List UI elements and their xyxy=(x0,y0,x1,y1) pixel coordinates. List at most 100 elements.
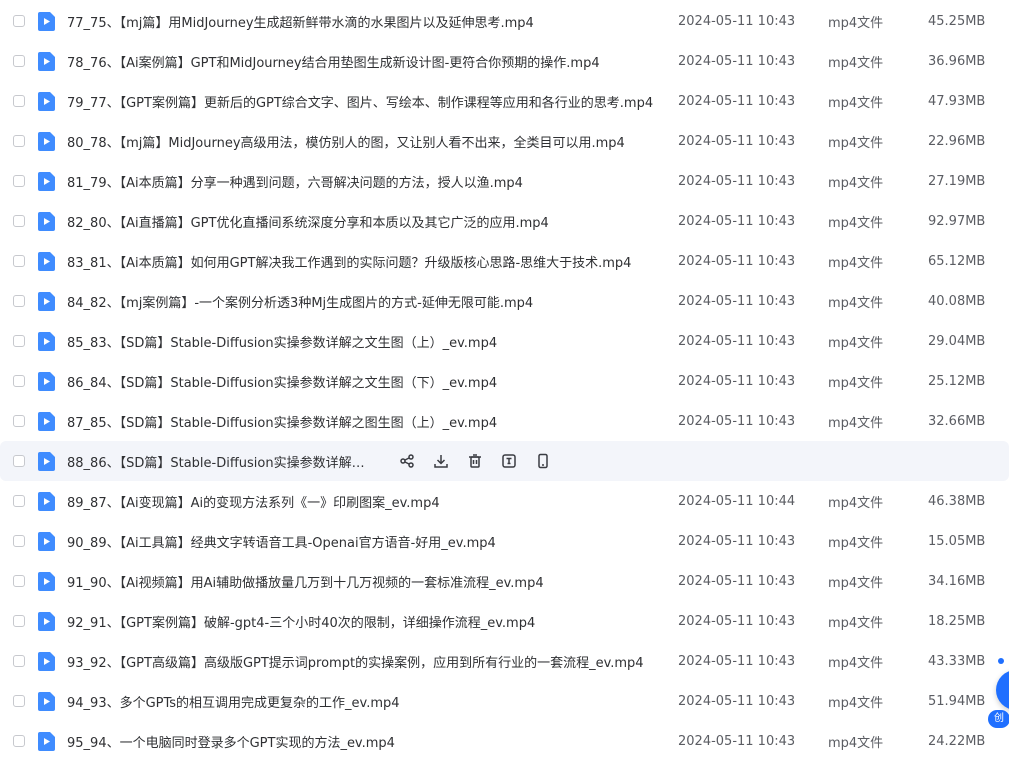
row-checkbox[interactable] xyxy=(13,295,25,307)
row-checkbox[interactable] xyxy=(13,575,25,587)
row-checkbox[interactable] xyxy=(13,655,25,667)
file-row[interactable]: 84_82、【mj案例篇】-一个案例分析透3种Mj生成图片的方式-延伸无限可能.… xyxy=(0,281,1009,321)
file-name[interactable]: 80_78、【mj篇】MidJourney高级用法，模仿别人的图，又让别人看不出… xyxy=(67,132,625,151)
row-checkbox[interactable] xyxy=(13,615,25,627)
row-checkbox[interactable] xyxy=(13,95,25,107)
file-name[interactable]: 89_87、【Ai变现篇】Ai的变现方法系列《一》印刷图案_ev.mp4 xyxy=(67,492,440,511)
file-type: mp4文件 xyxy=(828,375,884,391)
video-file-icon xyxy=(38,211,55,231)
delete-icon[interactable] xyxy=(466,452,484,470)
row-checkbox[interactable] xyxy=(13,415,25,427)
file-type: mp4文件 xyxy=(828,255,884,271)
file-modified-time: 2024-05-11 10:43 xyxy=(678,93,796,109)
row-checkbox[interactable] xyxy=(13,495,25,507)
row-actions xyxy=(398,452,552,470)
assistant-label[interactable]: 创 xyxy=(988,710,1009,728)
file-name[interactable]: 77_75、【mj篇】用MidJourney生成超新鲜带水滴的水果图片以及延伸思… xyxy=(67,12,534,31)
file-size: 46.38MB xyxy=(928,493,986,509)
row-checkbox[interactable] xyxy=(13,135,25,147)
file-name[interactable]: 91_90、【Ai视频篇】用Ai辅助做播放量几万到十几万视频的一套标准流程_ev… xyxy=(67,572,544,591)
file-type: mp4文件 xyxy=(828,535,884,551)
file-size: 47.93MB xyxy=(928,93,986,109)
file-row[interactable]: 92_91、【GPT案例篇】破解-gpt4-三个小时40次的限制，详细操作流程_… xyxy=(0,601,1009,641)
file-row[interactable]: 88_86、【SD篇】Stable-Diffusion实操参数详解之图生... xyxy=(0,441,1009,481)
file-row[interactable]: 95_94、一个电脑同时登录多个GPT实现的方法_ev.mp4 2024-05-1… xyxy=(0,721,1009,761)
file-row[interactable]: 82_80、【Ai直播篇】GPT优化直播间系统深度分享和本质以及其它广泛的应用.… xyxy=(0,201,1009,241)
file-name[interactable]: 94_93、多个GPTs的相互调用完成更复杂的工作_ev.mp4 xyxy=(67,692,400,711)
file-name[interactable]: 88_86、【SD篇】Stable-Diffusion实操参数详解之图生... xyxy=(67,452,377,471)
file-name[interactable]: 82_80、【Ai直播篇】GPT优化直播间系统深度分享和本质以及其它广泛的应用.… xyxy=(67,212,549,231)
row-checkbox[interactable] xyxy=(13,535,25,547)
row-checkbox[interactable] xyxy=(13,215,25,227)
file-size: 25.12MB xyxy=(928,373,986,389)
row-checkbox[interactable] xyxy=(13,695,25,707)
file-size: 32.66MB xyxy=(928,413,986,429)
file-size: 24.22MB xyxy=(928,733,986,749)
file-name[interactable]: 78_76、【Ai案例篇】GPT和MidJourney结合用垫图生成新设计图-更… xyxy=(67,52,600,71)
file-row[interactable]: 94_93、多个GPTs的相互调用完成更复杂的工作_ev.mp4 2024-05-… xyxy=(0,681,1009,721)
share-icon[interactable] xyxy=(398,452,416,470)
file-name[interactable]: 83_81、【Ai本质篇】如何用GPT解决我工作遇到的实际问题？升级版核心思路-… xyxy=(67,252,631,271)
phone-icon[interactable] xyxy=(534,452,552,470)
download-icon[interactable] xyxy=(432,452,450,470)
file-row[interactable]: 80_78、【mj篇】MidJourney高级用法，模仿别人的图，又让别人看不出… xyxy=(0,121,1009,161)
file-name[interactable]: 81_79、【Ai本质篇】分享一种遇到问题，六哥解决问题的方法，授人以渔.mp4 xyxy=(67,172,523,191)
file-row[interactable]: 87_85、【SD篇】Stable-Diffusion实操参数详解之图生图（上）… xyxy=(0,401,1009,441)
file-size: 92.97MB xyxy=(928,213,986,229)
file-size: 29.04MB xyxy=(928,333,986,349)
file-name[interactable]: 86_84、【SD篇】Stable-Diffusion实操参数详解之文生图（下）… xyxy=(67,372,497,391)
file-modified-time: 2024-05-11 10:43 xyxy=(678,613,796,629)
file-size: 15.05MB xyxy=(928,533,986,549)
file-size: 51.94MB xyxy=(928,693,986,709)
file-row[interactable]: 93_92、【GPT高级篇】高级版GPT提示词prompt的实操案例，应用到所有… xyxy=(0,641,1009,681)
file-row[interactable]: 90_89、【Ai工具篇】经典文字转语音工具-Openai官方语音-好用_ev.… xyxy=(0,521,1009,561)
file-type: mp4文件 xyxy=(828,695,884,711)
row-checkbox[interactable] xyxy=(13,375,25,387)
file-modified-time: 2024-05-11 10:43 xyxy=(678,173,796,189)
file-row[interactable]: 86_84、【SD篇】Stable-Diffusion实操参数详解之文生图（下）… xyxy=(0,361,1009,401)
floating-assistant[interactable]: 创 xyxy=(988,658,1009,730)
file-modified-time: 2024-05-11 10:43 xyxy=(678,293,796,309)
row-checkbox[interactable] xyxy=(13,175,25,187)
file-type: mp4文件 xyxy=(828,95,884,111)
row-checkbox[interactable] xyxy=(13,455,25,467)
file-size: 43.33MB xyxy=(928,653,986,669)
video-file-icon xyxy=(38,131,55,151)
video-file-icon xyxy=(38,371,55,391)
file-type: mp4文件 xyxy=(828,415,884,431)
file-type: mp4文件 xyxy=(828,575,884,591)
file-name[interactable]: 84_82、【mj案例篇】-一个案例分析透3种Mj生成图片的方式-延伸无限可能.… xyxy=(67,292,533,311)
video-file-icon xyxy=(38,491,55,511)
file-row[interactable]: 81_79、【Ai本质篇】分享一种遇到问题，六哥解决问题的方法，授人以渔.mp4… xyxy=(0,161,1009,201)
file-type: mp4文件 xyxy=(828,135,884,151)
file-row[interactable]: 78_76、【Ai案例篇】GPT和MidJourney结合用垫图生成新设计图-更… xyxy=(0,41,1009,81)
file-row[interactable]: 91_90、【Ai视频篇】用Ai辅助做播放量几万到十几万视频的一套标准流程_ev… xyxy=(0,561,1009,601)
file-modified-time: 2024-05-11 10:43 xyxy=(678,253,796,269)
rename-icon[interactable] xyxy=(500,452,518,470)
file-modified-time: 2024-05-11 10:43 xyxy=(678,693,796,709)
file-row[interactable]: 79_77、【GPT案例篇】更新后的GPT综合文字、图片、写绘本、制作课程等应用… xyxy=(0,81,1009,121)
file-name[interactable]: 95_94、一个电脑同时登录多个GPT实现的方法_ev.mp4 xyxy=(67,732,395,751)
file-type: mp4文件 xyxy=(828,295,884,311)
file-name[interactable]: 93_92、【GPT高级篇】高级版GPT提示词prompt的实操案例，应用到所有… xyxy=(67,652,644,671)
row-checkbox[interactable] xyxy=(13,55,25,67)
row-checkbox[interactable] xyxy=(13,735,25,747)
file-row[interactable]: 77_75、【mj篇】用MidJourney生成超新鲜带水滴的水果图片以及延伸思… xyxy=(0,1,1009,41)
file-name[interactable]: 79_77、【GPT案例篇】更新后的GPT综合文字、图片、写绘本、制作课程等应用… xyxy=(67,92,653,111)
file-row[interactable]: 83_81、【Ai本质篇】如何用GPT解决我工作遇到的实际问题？升级版核心思路-… xyxy=(0,241,1009,281)
video-file-icon xyxy=(38,11,55,31)
file-name[interactable]: 87_85、【SD篇】Stable-Diffusion实操参数详解之图生图（上）… xyxy=(67,412,497,431)
video-file-icon xyxy=(38,331,55,351)
video-file-icon xyxy=(38,691,55,711)
file-name[interactable]: 92_91、【GPT案例篇】破解-gpt4-三个小时40次的限制，详细操作流程_… xyxy=(67,612,535,631)
assistant-avatar-icon[interactable] xyxy=(996,670,1009,710)
row-checkbox[interactable] xyxy=(13,255,25,267)
row-checkbox[interactable] xyxy=(13,335,25,347)
file-size: 27.19MB xyxy=(928,173,986,189)
file-modified-time: 2024-05-11 10:43 xyxy=(678,13,796,29)
file-row[interactable]: 85_83、【SD篇】Stable-Diffusion实操参数详解之文生图（上）… xyxy=(0,321,1009,361)
file-name[interactable]: 85_83、【SD篇】Stable-Diffusion实操参数详解之文生图（上）… xyxy=(67,332,497,351)
file-name[interactable]: 90_89、【Ai工具篇】经典文字转语音工具-Openai官方语音-好用_ev.… xyxy=(67,532,496,551)
row-checkbox[interactable] xyxy=(13,15,25,27)
file-row[interactable]: 89_87、【Ai变现篇】Ai的变现方法系列《一》印刷图案_ev.mp4 2024… xyxy=(0,481,1009,521)
